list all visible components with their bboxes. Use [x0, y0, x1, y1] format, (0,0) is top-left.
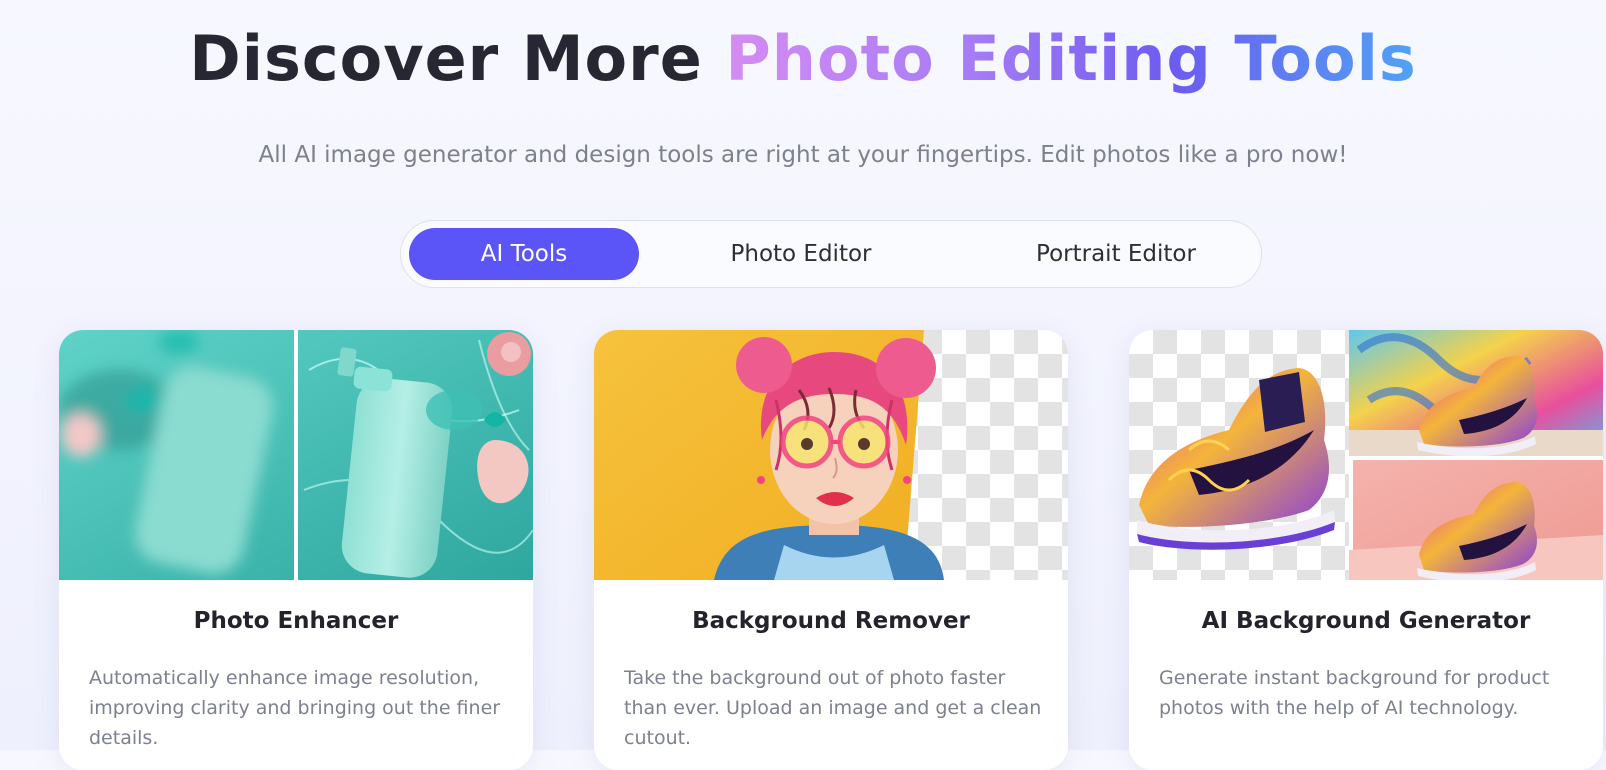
tab-ai-tools[interactable]: AI Tools [409, 228, 639, 280]
page-title: Discover More Photo Editing Tools [0, 22, 1606, 95]
tab-photo-editor[interactable]: Photo Editor [701, 228, 901, 280]
card-description: Take the background out of photo faster … [624, 667, 1042, 749]
tool-category-tabs: AI Tools Photo Editor Portrait Editor [400, 220, 1262, 288]
before-after-image [59, 330, 533, 580]
tool-card-photo-enhancer[interactable]: Photo Enhancer Automatically enhance ima… [59, 330, 533, 770]
title-plain: Discover More [189, 22, 726, 95]
background-remover-image [594, 330, 1068, 580]
card-description: Generate instant background for product … [1159, 667, 1550, 719]
title-highlight: Photo Editing Tools [725, 22, 1417, 95]
card-title: Background Remover [692, 608, 970, 634]
card-title: AI Background Generator [1201, 608, 1531, 634]
card-title: Photo Enhancer [193, 608, 399, 634]
tool-card-background-remover[interactable]: Background Remover Take the background o… [594, 330, 1068, 770]
photo-enhancer-image [59, 330, 533, 580]
sneaker-image [1137, 330, 1603, 580]
ai-background-generator-image [1129, 330, 1603, 580]
tool-card-ai-background-generator[interactable]: AI Background Generator Generate instant… [1129, 330, 1603, 770]
portrait-cutout-image [594, 330, 944, 580]
tab-portrait-editor[interactable]: Portrait Editor [996, 228, 1236, 280]
page-subtitle: All AI image generator and design tools … [258, 142, 1348, 168]
card-description: Automatically enhance image resolution, … [89, 667, 501, 749]
